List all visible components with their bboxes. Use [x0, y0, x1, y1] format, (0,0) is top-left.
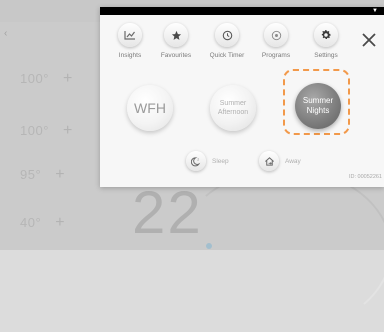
close-icon[interactable]: [361, 32, 377, 48]
wifi-icon: ▼: [372, 8, 378, 14]
scene-summer-afternoon-button[interactable]: Summer Afternoon: [210, 85, 256, 131]
nav-label: Settings: [314, 52, 338, 59]
gear-icon[interactable]: [314, 23, 338, 47]
status-strip: ▼: [100, 7, 384, 15]
scene-label: Summer Afternoon: [217, 100, 249, 116]
close-button[interactable]: [358, 29, 380, 51]
star-icon[interactable]: [164, 23, 188, 47]
device-id: ID: 00052261: [348, 174, 382, 180]
scene-wfh-button[interactable]: WFH: [127, 85, 173, 131]
away-mode-button[interactable]: Away: [259, 151, 301, 171]
nav-label: Programs: [261, 52, 291, 59]
scene-summer-nights-button[interactable]: Summer Nights: [295, 83, 341, 129]
sleep-mode-button[interactable]: z Sleep: [186, 151, 229, 171]
scene-label: Summer Nights: [302, 96, 334, 115]
nav-programs[interactable]: Programs: [251, 23, 301, 59]
scene-label: WFH: [134, 100, 166, 116]
clock-icon[interactable]: [215, 23, 239, 47]
nav-insights[interactable]: Insights: [105, 23, 155, 59]
nav-quick-timer[interactable]: Quick Timer: [202, 23, 252, 59]
quick-menu-panel: ▼ Insights Favourites Quick Timer Progra…: [100, 7, 384, 187]
nav-label: Insights: [118, 52, 142, 59]
nav-label: Quick Timer: [209, 52, 245, 59]
home-away-icon[interactable]: [259, 151, 279, 171]
mode-label: Sleep: [212, 157, 229, 165]
nav-favourites[interactable]: Favourites: [151, 23, 201, 59]
svg-text:z: z: [197, 157, 199, 161]
nav-label: Favourites: [160, 52, 192, 59]
nav-settings[interactable]: Settings: [301, 23, 351, 59]
insights-chart-icon[interactable]: [118, 23, 142, 47]
programs-icon[interactable]: [264, 23, 288, 47]
mode-label: Away: [285, 157, 301, 165]
sleep-icon[interactable]: z: [186, 151, 206, 171]
